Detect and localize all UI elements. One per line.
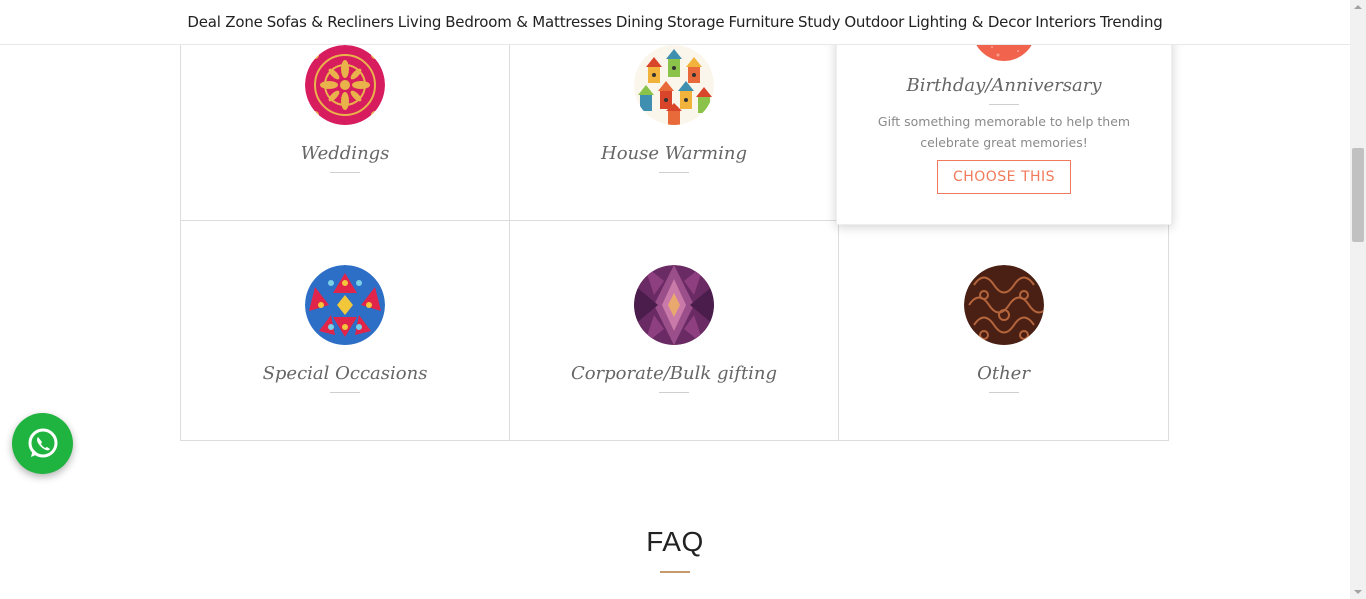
nav-study[interactable]: Study bbox=[798, 13, 841, 31]
nav-deal-zone[interactable]: Deal Zone bbox=[187, 13, 262, 31]
occasion-title: Other bbox=[977, 363, 1030, 384]
nav-sofas-recliners[interactable]: Sofas & Recliners bbox=[267, 13, 394, 31]
occasion-title: Birthday/Anniversary bbox=[906, 75, 1102, 96]
title-divider bbox=[330, 392, 360, 393]
title-divider bbox=[989, 104, 1019, 105]
occasion-title: Special Occasions bbox=[262, 363, 428, 384]
faq-underline bbox=[660, 571, 690, 573]
title-divider bbox=[330, 172, 360, 173]
occasion-card-corporate-bulk-gifting[interactable]: Corporate/Bulk gifting bbox=[509, 220, 839, 441]
nav-interiors[interactable]: Interiors bbox=[1035, 13, 1096, 31]
title-divider bbox=[659, 172, 689, 173]
page-scrollbar[interactable] bbox=[1350, 0, 1366, 599]
occasion-title: Corporate/Bulk gifting bbox=[570, 363, 778, 384]
whatsapp-chat-button[interactable] bbox=[12, 413, 73, 474]
kaleidoscope-blue-red-icon bbox=[305, 265, 385, 345]
whatsapp-icon bbox=[28, 428, 57, 457]
nav-storage[interactable]: Storage bbox=[667, 13, 724, 31]
choose-this-button[interactable]: CHOOSE THIS bbox=[936, 160, 1072, 194]
nav-living[interactable]: Living bbox=[398, 13, 442, 31]
paisley-brown-icon bbox=[963, 265, 1044, 345]
nav-dining[interactable]: Dining bbox=[616, 13, 663, 31]
top-navigation: Deal Zone Sofas & Recliners Living Bedro… bbox=[0, 0, 1350, 45]
faq-section: FAQ bbox=[0, 526, 1350, 573]
nav-outdoor[interactable]: Outdoor bbox=[844, 13, 904, 31]
occasion-grid: Weddings House Warming Birthday/Annivers… bbox=[180, 0, 1172, 441]
scroll-down-icon[interactable] bbox=[1354, 590, 1362, 594]
occasion-title: House Warming bbox=[601, 143, 747, 164]
faq-heading: FAQ bbox=[646, 526, 704, 557]
scrollbar-thumb[interactable] bbox=[1352, 148, 1364, 242]
occasion-card-other[interactable]: Other bbox=[838, 220, 1169, 441]
nav-furniture[interactable]: Furniture bbox=[728, 13, 794, 31]
occasion-card-special-occasions[interactable]: Special Occasions bbox=[180, 220, 510, 441]
nav-lighting-decor[interactable]: Lighting & Decor bbox=[908, 13, 1031, 31]
title-divider bbox=[988, 392, 1019, 393]
occasion-description: Gift something memorable to help them ce… bbox=[877, 114, 1131, 150]
kaleidoscope-purple-icon bbox=[634, 265, 714, 345]
birdhouses-pattern-icon bbox=[634, 45, 714, 125]
nav-trending[interactable]: Trending bbox=[1100, 13, 1163, 31]
nav-bedroom-mattresses[interactable]: Bedroom & Mattresses bbox=[445, 13, 612, 31]
mandala-pink-gold-icon bbox=[305, 45, 385, 125]
scroll-up-icon[interactable] bbox=[1354, 5, 1362, 9]
occasion-title: Weddings bbox=[300, 143, 390, 164]
title-divider bbox=[659, 392, 689, 393]
